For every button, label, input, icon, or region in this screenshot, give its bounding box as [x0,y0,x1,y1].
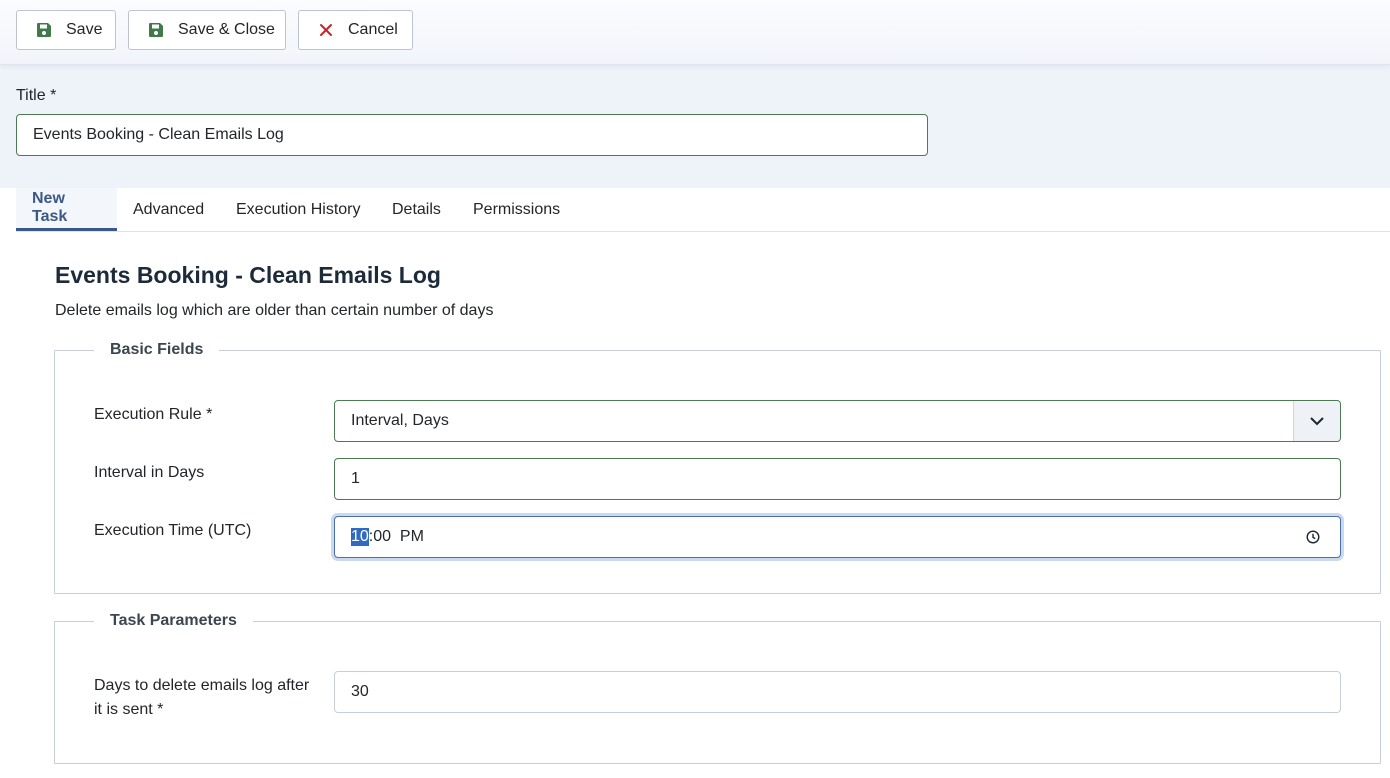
clock-icon[interactable] [1306,530,1320,544]
tab-advanced[interactable]: Advanced [133,188,204,231]
tab-label: New Task [32,190,68,225]
execution-time-label: Execution Time (UTC) [94,522,252,539]
save-close-label: Save & Close [178,21,275,38]
cancel-button[interactable]: Cancel [298,10,413,50]
save-icon [148,22,164,38]
days-label-line2: it is sent * [94,701,164,718]
tab-label: Details [392,200,441,218]
save-icon [36,22,52,38]
tab-details[interactable]: Details [392,188,441,231]
interval-input[interactable]: 1 [334,458,1341,500]
cancel-label: Cancel [348,21,398,38]
days-to-delete-value: 30 [351,683,369,700]
title-input[interactable]: Events Booking - Clean Emails Log [16,114,928,156]
close-icon [318,22,334,38]
tab-label: Execution History [236,200,361,218]
title-label: Title * [16,87,57,104]
interval-label: Interval in Days [94,464,205,481]
execution-rule-value: Interval, Days [351,412,449,429]
chevron-down-icon[interactable] [1293,401,1340,441]
tab-label: Advanced [133,200,205,218]
days-to-delete-input[interactable]: 30 [334,671,1341,713]
toolbar: Save Save & Close Cancel [0,0,1390,65]
title-input-value: Events Booking - Clean Emails Log [33,126,284,143]
tab-permissions[interactable]: Permissions [473,188,560,231]
task-description: Delete emails log which are older than c… [55,302,494,319]
execution-rule-label: Execution Rule * [94,406,213,423]
tab-execution-history[interactable]: Execution History [236,188,361,231]
time-hour-segment[interactable]: 10 [351,528,369,546]
basic-fields-legend: Basic Fields [94,341,220,359]
execution-time-input[interactable]: 10 :00 PM [334,516,1341,558]
task-parameters-legend: Task Parameters [94,612,253,630]
interval-value: 1 [351,470,360,487]
save-label: Save [66,21,103,38]
task-heading: Events Booking - Clean Emails Log [55,262,441,288]
execution-rule-select[interactable]: Interval, Days [334,400,1341,442]
tab-bar: New Task Advanced Execution History Deta… [16,188,1390,232]
tab-label: Permissions [473,200,561,218]
tab-new-task[interactable]: New Task [16,188,117,231]
save-close-button[interactable]: Save & Close [128,10,286,50]
time-rest-segment[interactable]: :00 PM [369,528,424,546]
save-button[interactable]: Save [16,10,116,50]
days-label-line1: Days to delete emails log after [94,677,310,694]
